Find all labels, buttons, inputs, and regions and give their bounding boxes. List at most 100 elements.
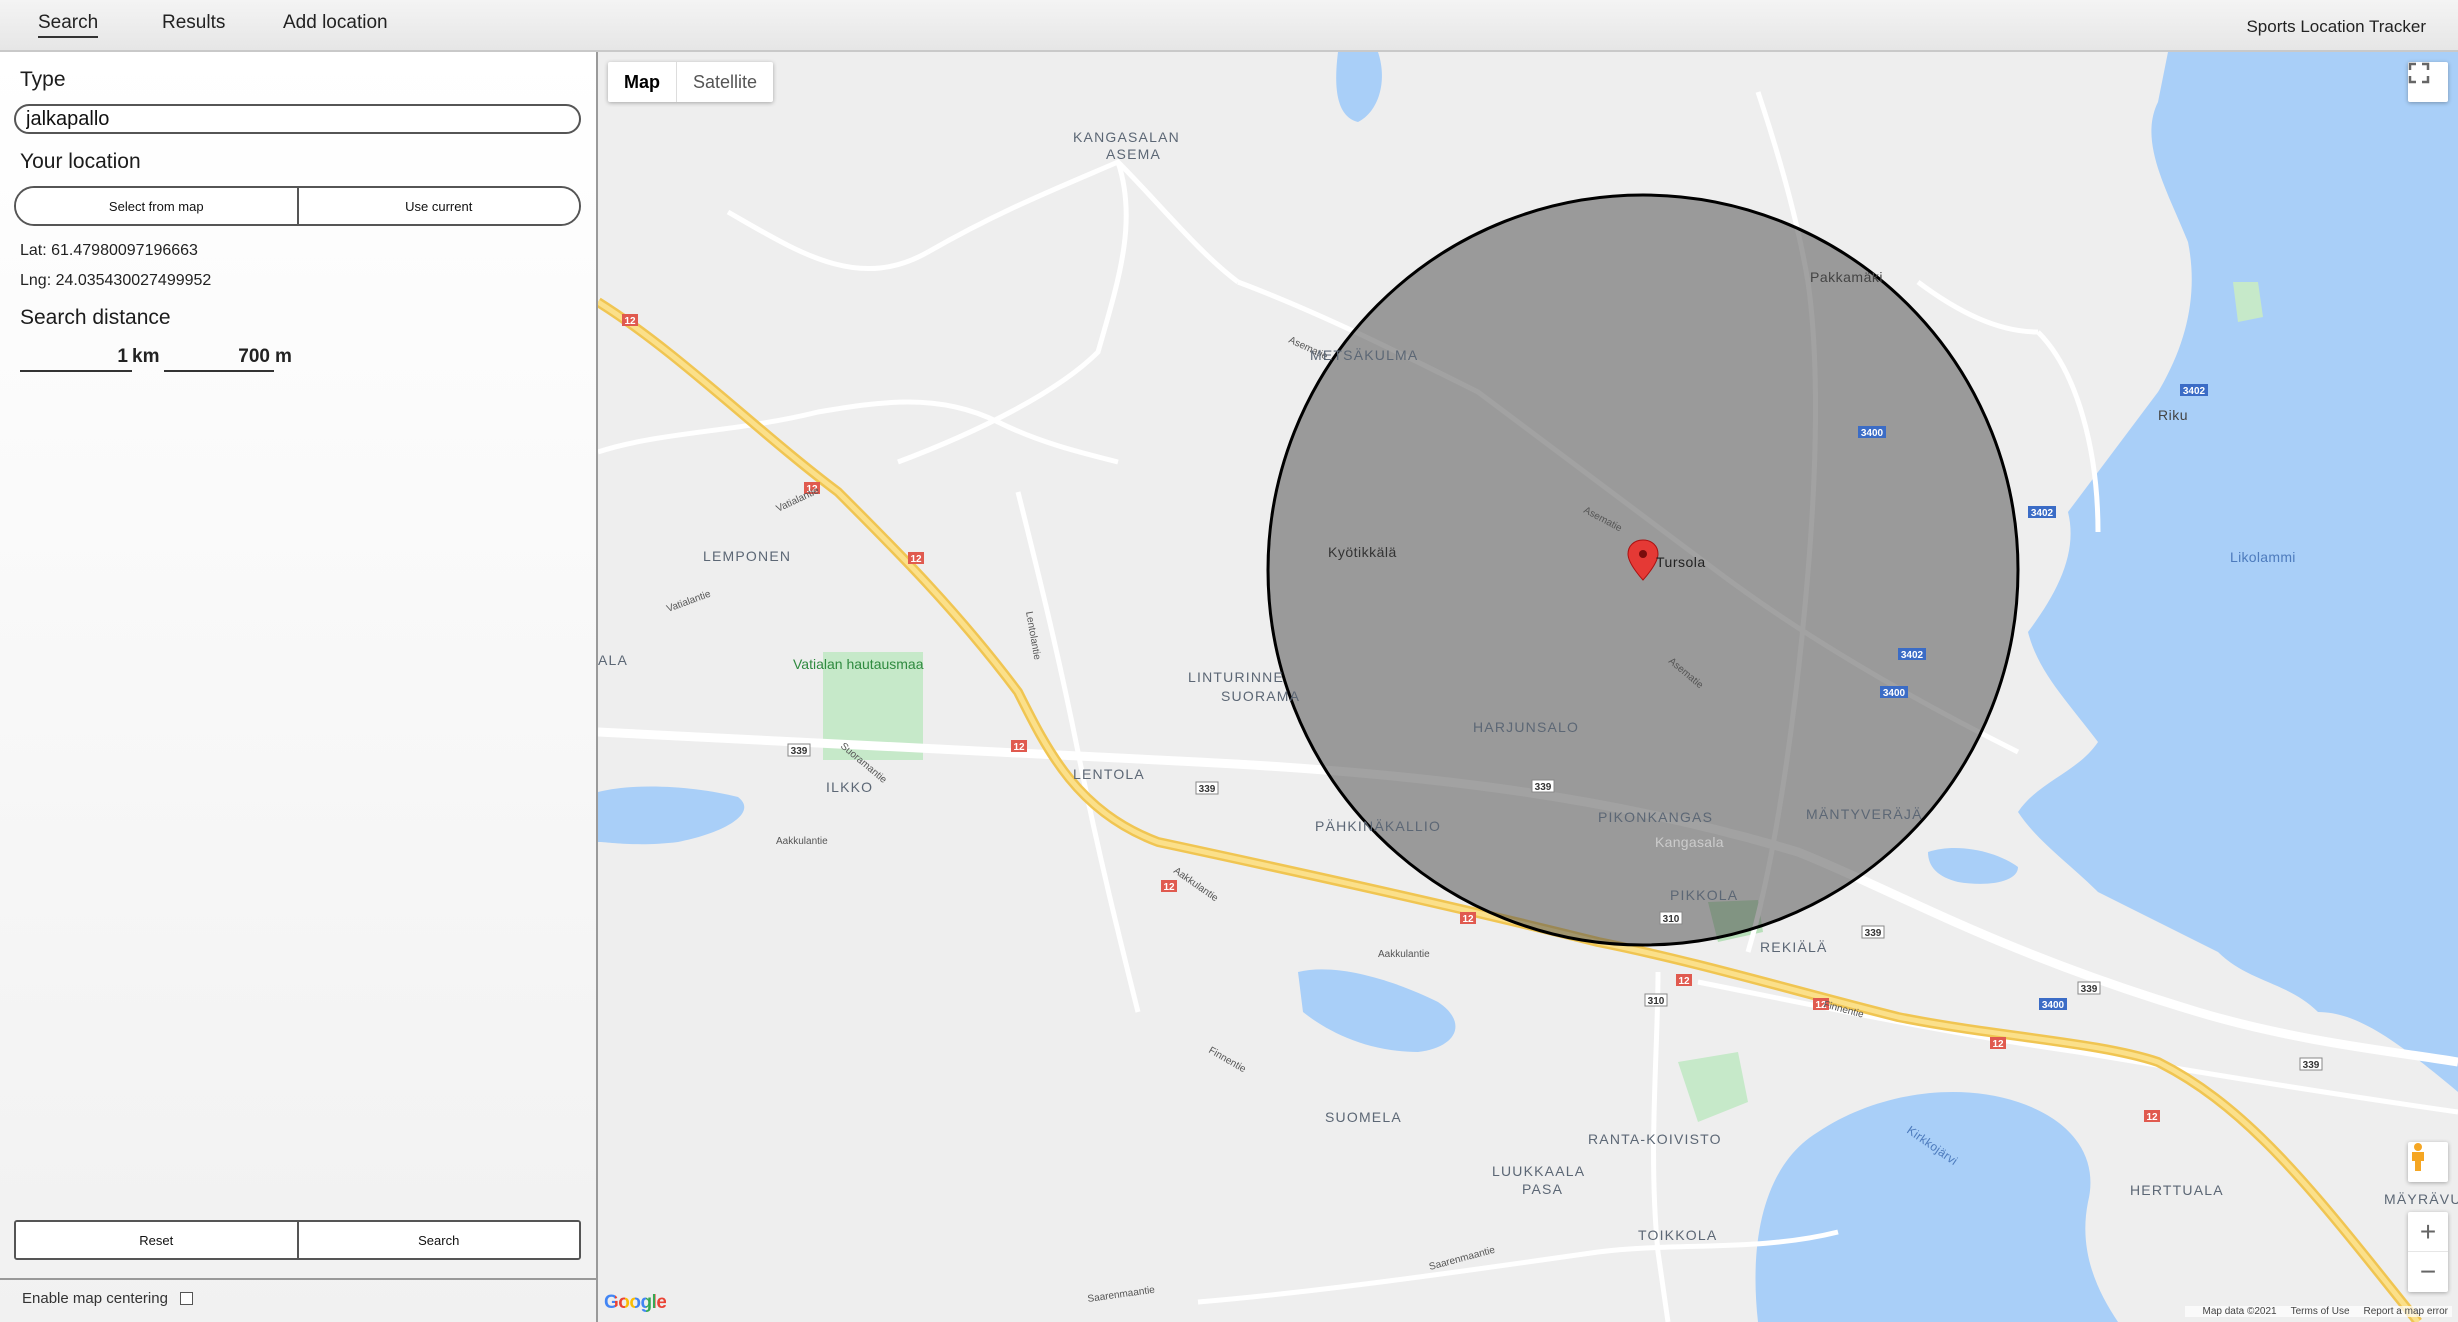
place-label: LINTURINNE [1188, 669, 1284, 685]
zoom-in-button[interactable]: + [2408, 1212, 2448, 1252]
tab-add-location[interactable]: Add location [283, 12, 388, 34]
distance-m-input[interactable]: 700 [164, 342, 274, 372]
place-label: Pakkamäki [1810, 269, 1883, 285]
route-shield-12: 12 [908, 552, 924, 565]
svg-text:3402: 3402 [2183, 386, 2206, 397]
map-type-map-button[interactable]: Map [608, 62, 677, 102]
lake-west [598, 786, 745, 845]
select-from-map-button[interactable]: Select from map [16, 188, 297, 224]
route-shield-310: 310 [1659, 911, 1683, 925]
zoom-control: + − [2408, 1212, 2448, 1292]
reset-button[interactable]: Reset [16, 1222, 297, 1258]
svg-text:12: 12 [1992, 1039, 2004, 1050]
route-shield-3402: 3402 [2028, 506, 2056, 519]
footer-divider [0, 1278, 596, 1280]
route-shield-339: 339 [1531, 779, 1555, 793]
place-label: TOIKKOLA [1638, 1227, 1717, 1243]
svg-text:310: 310 [1648, 996, 1665, 1007]
route-shield-12: 12 [1011, 740, 1027, 753]
svg-text:310: 310 [1663, 914, 1680, 925]
terms-link[interactable]: Terms of Use [2291, 1306, 2350, 1317]
route-shield-339: 339 [2299, 1057, 2323, 1071]
map-attribution: Map data ©2021 Terms of Use Report a map e… [2184, 1306, 2452, 1317]
svg-text:3400: 3400 [1861, 428, 1884, 439]
park-east [2233, 282, 2263, 322]
route-shield-12: 12 [1460, 912, 1476, 925]
map-type-satellite-button[interactable]: Satellite [677, 62, 773, 102]
route-shield-3402: 3402 [1898, 648, 1926, 661]
search-button[interactable]: Search [296, 1222, 579, 1258]
lake-north [1336, 52, 1382, 122]
svg-text:12: 12 [1678, 976, 1690, 987]
app-title: Sports Location Tracker [2246, 17, 2426, 36]
place-label: Kyötikkälä [1328, 544, 1397, 560]
svg-text:3400: 3400 [1883, 688, 1906, 699]
svg-text:339: 339 [2303, 1060, 2320, 1071]
place-label: PIKONKANGAS [1598, 809, 1713, 825]
svg-text:12: 12 [624, 316, 636, 327]
place-label: PIKKOLA [1670, 887, 1738, 903]
place-label: Likolammi [2230, 549, 2296, 565]
road-label-aakkula: Aakkulantie [1378, 949, 1430, 960]
route-shield-12: 12 [622, 314, 638, 327]
tab-search[interactable]: Search [38, 12, 99, 38]
place-label: ILKKO [826, 779, 873, 795]
longitude-text: Lng: 24.035430027499952 [20, 272, 212, 289]
map-canvas[interactable]: 12 12 12 12 12 12 12 12 12 12 339 339 33… [598, 52, 2458, 1322]
fullscreen-icon [2408, 62, 2430, 84]
place-label: SUORAMA [1221, 688, 1300, 704]
type-input[interactable] [14, 104, 581, 134]
google-logo[interactable]: Google [604, 1292, 667, 1314]
road-label-vatiala: Vatialantie [775, 485, 822, 515]
place-label: Kangasala [1655, 834, 1724, 850]
road-label-saarenmaantie: Saarenmaantie [1087, 1285, 1156, 1305]
lake-kirkkojarvi [1755, 1092, 2118, 1322]
svg-text:339: 339 [1199, 784, 1216, 795]
use-current-button[interactable]: Use current [296, 188, 579, 224]
place-label: PÄHKINÄKALLIO [1315, 818, 1441, 834]
svg-text:12: 12 [1462, 914, 1474, 925]
action-button-group: Reset Search [14, 1220, 581, 1260]
place-label: METSÄKULMA [1310, 347, 1418, 363]
street-view-pegman-icon [2412, 1143, 2424, 1171]
route-shield-12: 12 [1676, 974, 1692, 987]
place-label: PASA [1522, 1181, 1563, 1197]
route-shield-3400: 3400 [1880, 686, 1908, 699]
svg-text:12: 12 [910, 554, 922, 565]
road-label-vatiala: Vatialantie [665, 589, 712, 615]
place-label: LUUKKAALA [1492, 1163, 1585, 1179]
route-shield-339: 339 [2077, 981, 2101, 995]
distance-km-input[interactable]: 1 [20, 342, 132, 372]
fullscreen-button[interactable] [2408, 62, 2448, 102]
distance-heading: Search distance [20, 306, 171, 329]
route-shield-310: 310 [1644, 993, 1668, 1007]
enable-centering-label: Enable map centering [22, 1290, 168, 1307]
type-heading: Type [20, 68, 66, 91]
svg-text:3402: 3402 [1901, 650, 1924, 661]
place-label: Vatialan hautausmaa [793, 656, 924, 672]
svg-text:12: 12 [2146, 1112, 2158, 1123]
tab-results[interactable]: Results [162, 12, 225, 34]
lake-suomela [1298, 969, 1456, 1052]
place-label: HERTTUALA [2130, 1182, 2224, 1198]
map-type-control: Map Satellite [608, 62, 774, 102]
place-label: LENTOLA [1073, 766, 1145, 782]
road-label-aakkula: Aakkulantie [776, 836, 828, 847]
park-ranta [1678, 1052, 1748, 1122]
svg-text:3400: 3400 [2042, 1000, 2065, 1011]
route-shield-3402: 3402 [2180, 384, 2208, 397]
report-error-link[interactable]: Report a map error [2364, 1306, 2448, 1317]
map-view[interactable]: 12 12 12 12 12 12 12 12 12 12 339 339 33… [598, 52, 2458, 1322]
place-label: LEMPONEN [703, 548, 791, 564]
place-label: Riku [2158, 407, 2188, 423]
place-label: RANTA-KOIVISTO [1588, 1131, 1722, 1147]
enable-centering-checkbox[interactable] [180, 1292, 193, 1305]
road-label-lentola: Lentolantie [1023, 611, 1042, 662]
street-view-button[interactable] [2408, 1142, 2448, 1182]
zoom-out-button[interactable]: − [2408, 1252, 2448, 1292]
route-shield-12: 12 [1161, 880, 1177, 893]
route-shield-3400: 3400 [1858, 426, 1886, 439]
svg-text:339: 339 [1865, 928, 1882, 939]
svg-text:339: 339 [1535, 782, 1552, 793]
svg-text:12: 12 [1163, 882, 1175, 893]
